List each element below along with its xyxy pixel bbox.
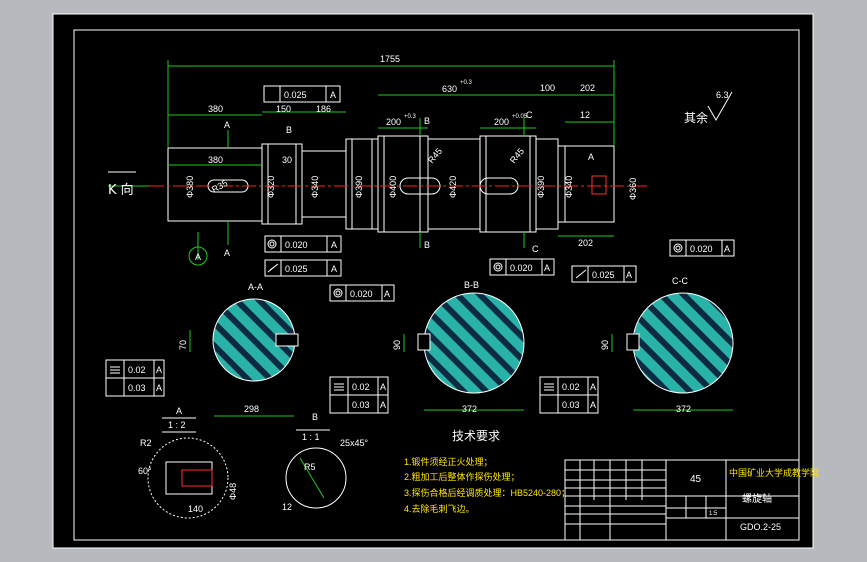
marker-b-view: B: [286, 125, 292, 135]
tol-value-10: 0.02: [352, 382, 370, 392]
marker-b-top: B: [424, 116, 430, 126]
tol-s-datum-1b: A: [156, 383, 162, 393]
tol-value-12: 0.02: [562, 382, 580, 392]
dim-200-a: 200: [386, 117, 401, 127]
title-drawing-no: GDO.2-25: [740, 522, 781, 532]
dim-phi340-left: Φ340: [310, 176, 320, 198]
dim-phi420: Φ420: [448, 176, 458, 198]
dim-phi360: Φ360: [628, 178, 638, 200]
dim-phi400: Φ400: [388, 176, 398, 198]
tol-200a: +0.3: [404, 114, 417, 120]
roughness-value: 6.3: [716, 90, 729, 100]
section-cc-disc: [632, 292, 734, 394]
tech-item-4: 4.去除毛刺飞边。: [404, 503, 475, 514]
dim-202-top: 202: [580, 83, 595, 93]
detail-r2: R2: [140, 438, 152, 448]
section-b-372: 372: [462, 404, 477, 414]
detail-25x45: 25x45°: [340, 438, 369, 448]
section-c-372: 372: [676, 404, 691, 414]
drawing-canvas: [52, 13, 814, 549]
tol-datum-6: A: [626, 270, 632, 280]
dim-12: 12: [580, 110, 590, 120]
tol-value-3: 0.025: [285, 264, 308, 274]
detail-r5: R5: [304, 462, 316, 472]
section-bb-title: B-B: [464, 280, 479, 290]
dim-200-b: 200: [494, 117, 509, 127]
tol-value-8: 0.02: [128, 365, 146, 375]
tol-value-13: 0.03: [562, 400, 580, 410]
tech-title: 技术要求: [452, 429, 500, 443]
tol-datum-4: A: [384, 289, 390, 299]
tol-s-datum-2a: A: [380, 382, 386, 392]
dim-phi340-right: Φ340: [564, 176, 574, 198]
dim-phi390-a: Φ390: [354, 176, 364, 198]
dim-150: 150: [276, 104, 291, 114]
dim-380-a: 380: [208, 104, 223, 114]
title-school: 中国矿业大学成教学院: [729, 467, 819, 479]
dim-phi390-b: Φ390: [536, 176, 546, 198]
cad-drawing-sheet: 1755 630 100 202 380 150 186 380 30 200 …: [0, 0, 867, 562]
dim-630: 630: [442, 84, 457, 94]
title-material: 45: [690, 474, 702, 485]
tol-value-1: 0.025: [284, 90, 307, 100]
section-bb-disc: [423, 292, 525, 394]
tol-value-9: 0.03: [128, 383, 146, 393]
detail-b-scale: 1 : 1: [302, 432, 320, 442]
tech-item-1: 1.锻件须经正火处理；: [404, 456, 493, 467]
dim-100: 100: [540, 83, 555, 93]
detail-phi48: Φ48: [228, 483, 238, 500]
dim-phi320: Φ320: [266, 176, 276, 198]
tech-item-2: 2.粗加工后整体作探伤处理；: [404, 471, 520, 482]
dim-phi380: Φ380: [185, 176, 195, 198]
dim-202-bottom: 202: [578, 238, 593, 248]
tol-datum-7: A: [724, 244, 730, 254]
detail-140: 140: [188, 504, 203, 514]
detail-60: 60°: [138, 466, 152, 476]
section-cc-title: C-C: [672, 276, 688, 286]
section-c-90: 90: [600, 340, 610, 350]
tol-value-11: 0.03: [352, 400, 370, 410]
dim-380-b: 380: [208, 155, 223, 165]
dim-186: 186: [316, 104, 331, 114]
section-a-70: 70: [178, 340, 188, 350]
tol-s-datum-3a: A: [590, 382, 596, 392]
detail-12: 12: [282, 502, 292, 512]
tol-datum-1: A: [330, 90, 336, 100]
k-view-label: K 向: [108, 182, 134, 198]
detail-b-label: B: [312, 412, 318, 422]
marker-b-bottom: B: [424, 240, 430, 250]
datum-a-circle-label: A: [195, 252, 201, 262]
tech-item-3: 3.探伤合格后经调质处理：HB5240-280；: [404, 487, 570, 498]
tol-value-4: 0.020: [350, 289, 373, 299]
tol-s-datum-3b: A: [590, 400, 596, 410]
tol-value-6: 0.025: [592, 270, 615, 280]
dim-30: 30: [282, 155, 292, 165]
section-a-298: 298: [244, 404, 259, 414]
title-scale: 1:5: [709, 511, 718, 517]
rest-roughness-label: 其余: [684, 110, 708, 125]
detail-a-scale: 1 : 2: [168, 420, 186, 430]
tol-datum-2: A: [331, 240, 337, 250]
tol-datum-5: A: [544, 263, 550, 273]
tol-s-datum-2b: A: [380, 400, 386, 410]
tol-datum-3: A: [331, 264, 337, 274]
detail-a-label: A: [176, 406, 182, 416]
section-b-90: 90: [392, 340, 402, 350]
tol-value-2: 0.020: [285, 240, 308, 250]
marker-a-bottom: A: [224, 248, 230, 258]
marker-a-view: A: [588, 152, 594, 162]
marker-a-top: A: [224, 120, 230, 130]
tol-value-7: 0.020: [690, 244, 713, 254]
title-part-name: 螺旋轴: [742, 492, 772, 505]
tol-630: +0.3: [460, 80, 473, 86]
tol-s-datum-1a: A: [156, 365, 162, 375]
tol-value-5: 0.020: [510, 263, 533, 273]
dim-overall-length: 1755: [380, 54, 400, 64]
marker-c-bottom: C: [532, 244, 539, 254]
marker-c-top: C: [526, 110, 533, 120]
section-aa-title: A-A: [248, 282, 263, 292]
